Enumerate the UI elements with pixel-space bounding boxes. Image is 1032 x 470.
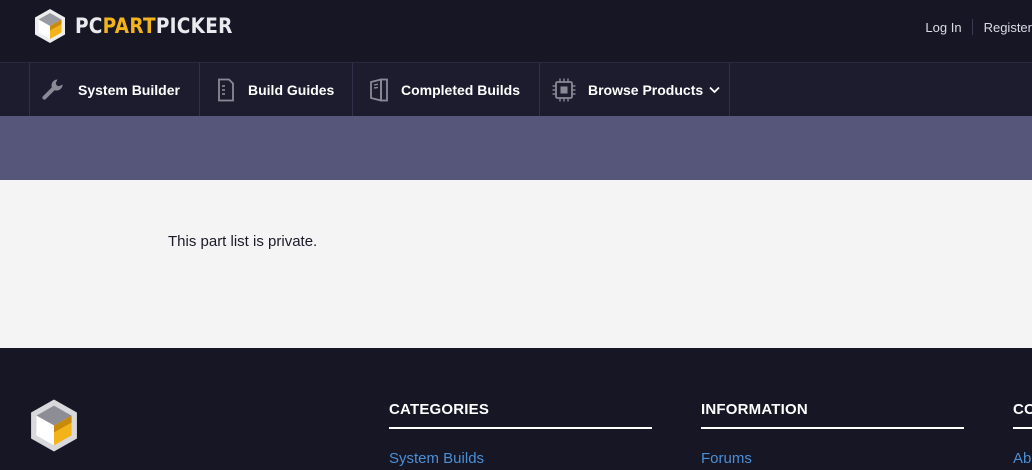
site-logo[interactable]: PCPARTPICKER <box>33 8 254 44</box>
nav-browse-products[interactable]: Browse Products <box>539 63 730 116</box>
nav-label: System Builder <box>78 81 180 98</box>
chevron-down-icon <box>709 86 720 94</box>
nav-label: Build Guides <box>248 81 335 98</box>
logo-highlight: PART <box>102 14 156 38</box>
main-nav: System Builder Build Guides Completed Bu… <box>29 63 730 116</box>
footer-heading: INFORMATION <box>701 401 964 429</box>
logo-suffix: PICKER <box>155 14 233 38</box>
cpu-chip-icon <box>551 77 577 103</box>
site-footer: CATEGORIES System Builds INFORMATION For… <box>0 348 1032 470</box>
footer-column-company: COMPANY About <box>1013 401 1032 467</box>
private-list-message: This part list is private. <box>168 233 318 250</box>
logo-cube-icon <box>35 9 65 43</box>
wrench-icon <box>40 77 66 103</box>
footer-heading: COMPANY <box>1013 401 1032 429</box>
nav-label: Completed Builds <box>401 81 521 98</box>
nav-system-builder[interactable]: System Builder <box>29 63 199 116</box>
footer-logo-icon[interactable] <box>28 398 80 458</box>
nav-label: Browse Products <box>588 81 704 98</box>
main-nav-bar: System Builder Build Guides Completed Bu… <box>0 62 1032 116</box>
footer-link[interactable]: System Builds <box>389 450 652 467</box>
nav-build-guides[interactable]: Build Guides <box>199 63 352 116</box>
pc-case-icon <box>366 77 392 103</box>
top-header: PCPARTPICKER Log In Register <box>0 0 1032 62</box>
main-content: This part list is private. <box>0 180 1032 348</box>
footer-column-information: INFORMATION Forums <box>701 401 964 467</box>
register-link[interactable]: Register <box>973 20 1032 35</box>
login-link[interactable]: Log In <box>915 20 971 35</box>
page-banner <box>0 116 1032 180</box>
footer-link[interactable]: About <box>1013 450 1032 467</box>
document-icon <box>213 77 239 103</box>
footer-column-categories: CATEGORIES System Builds <box>389 401 652 467</box>
auth-links: Log In Register <box>915 19 1032 35</box>
logo-wordmark: PCPARTPICKER <box>75 8 233 44</box>
logo-prefix: PC <box>75 14 103 38</box>
footer-heading: CATEGORIES <box>389 401 652 429</box>
nav-completed-builds[interactable]: Completed Builds <box>352 63 539 116</box>
footer-link[interactable]: Forums <box>701 450 964 467</box>
